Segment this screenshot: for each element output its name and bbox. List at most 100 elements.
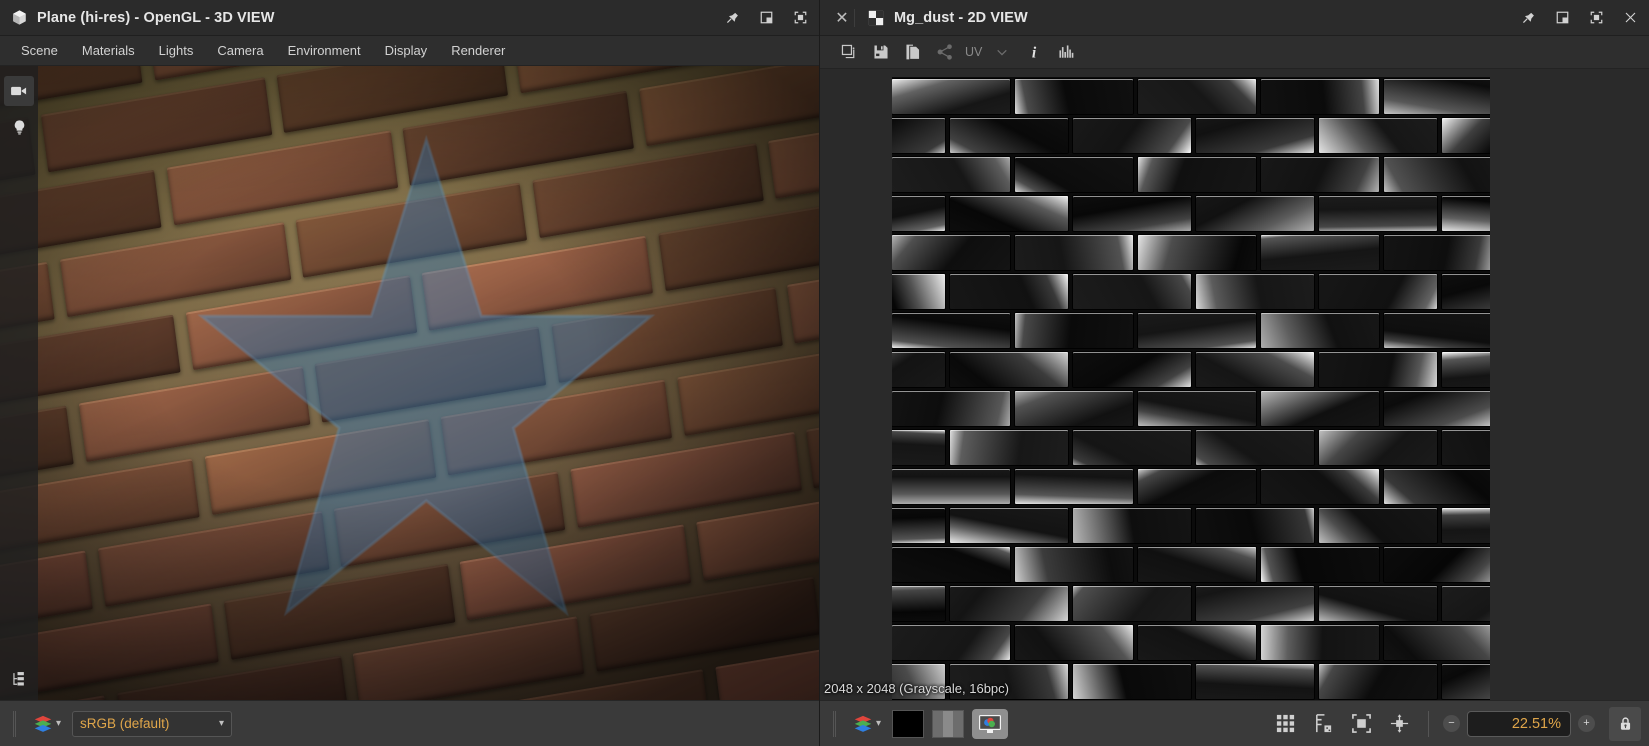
texture-brick <box>1073 508 1191 543</box>
panel-title-2d: Mg_dust - 2D VIEW <box>894 9 1028 26</box>
pin-icon[interactable] <box>1519 9 1537 27</box>
texture-brick <box>950 352 1068 387</box>
statusbar-grip-2d[interactable] <box>833 710 836 737</box>
pin-icon[interactable] <box>723 9 741 27</box>
fullscreen-icon[interactable] <box>791 9 809 27</box>
texture-brick <box>1015 79 1133 114</box>
camera-icon[interactable] <box>4 76 34 106</box>
texture-brick <box>1138 313 1256 348</box>
texture-brick <box>950 118 1068 153</box>
texture-brick <box>1196 274 1314 309</box>
texture-brick <box>1384 313 1490 348</box>
scene-tree-icon[interactable] <box>4 664 34 694</box>
share-graph-icon[interactable] <box>930 39 960 65</box>
viewport-2d[interactable]: 2048 x 2048 (Grayscale, 16bpc) <box>820 69 1649 700</box>
texture-brick <box>1196 508 1314 543</box>
dock-restore-icon[interactable] <box>1553 9 1571 27</box>
center-icon[interactable] <box>1384 709 1414 739</box>
fit-icon[interactable] <box>1346 709 1376 739</box>
zoom-input[interactable]: 22.51% <box>1467 710 1571 737</box>
texture-brick <box>892 274 945 309</box>
texture-brick <box>950 274 1068 309</box>
uv-label[interactable]: UV <box>962 45 985 59</box>
panel-3d-view: Plane (hi-res) - OpenGL - 3D VIEW Scene … <box>0 0 820 746</box>
texture-brick <box>1442 196 1490 231</box>
statusbar-grip-3d[interactable] <box>13 710 16 737</box>
texture-brick <box>1319 430 1437 465</box>
svg-text:i: i <box>1032 45 1037 61</box>
menu-camera[interactable]: Camera <box>206 38 274 63</box>
texture-brick <box>892 430 945 465</box>
texture-brick <box>1384 469 1490 504</box>
close-icon[interactable] <box>1621 9 1639 27</box>
layers-caret-icon: ▾ <box>876 717 882 729</box>
light-bulb-icon[interactable] <box>4 112 34 142</box>
zoom-in-button[interactable]: + <box>1578 715 1595 732</box>
texture-brick <box>1442 430 1490 465</box>
menu-materials[interactable]: Materials <box>71 38 146 63</box>
texture-brick <box>1442 118 1490 153</box>
channel-gray-button[interactable] <box>932 709 965 738</box>
lock-icon[interactable] <box>1609 706 1641 741</box>
channel-rgb-button[interactable] <box>972 708 1009 739</box>
menu-scene[interactable]: Scene <box>10 38 69 63</box>
texture-brick-row <box>892 623 1490 662</box>
texture-brick <box>1073 586 1191 621</box>
viewport-3d-rail <box>0 66 38 700</box>
texture-brick <box>1015 469 1133 504</box>
texture-brick <box>1073 118 1191 153</box>
layers-icon[interactable]: ▾ <box>29 711 64 737</box>
texture-brick <box>950 586 1068 621</box>
texture-brick <box>1073 274 1191 309</box>
layers-icon[interactable]: ▾ <box>849 711 884 737</box>
texture-brick <box>1196 196 1314 231</box>
texture-brick <box>892 196 945 231</box>
texture-brick <box>1015 313 1133 348</box>
zoom-out-button[interactable]: − <box>1443 715 1460 732</box>
colorspace-select[interactable]: sRGB (default) ▾ <box>72 710 233 737</box>
tiling-icon[interactable] <box>1270 709 1300 739</box>
texture-brick <box>892 391 1010 426</box>
texture-brick <box>1319 118 1437 153</box>
texture-brick <box>892 508 945 543</box>
texture-brick-row <box>892 389 1490 428</box>
save-icon[interactable] <box>866 39 896 65</box>
texture-brick-row <box>892 272 1490 311</box>
texture-canvas-area[interactable]: 2048 x 2048 (Grayscale, 16bpc) <box>820 69 1649 700</box>
texture-brick-row <box>892 77 1490 116</box>
statusbar-2d-view: ▾ − 22.51% + <box>820 700 1649 746</box>
texture-brick <box>1442 664 1490 699</box>
menu-renderer[interactable]: Renderer <box>440 38 516 63</box>
menubar-3d-view: Scene Materials Lights Camera Environmen… <box>0 36 819 66</box>
texture-brick <box>1138 391 1256 426</box>
texture-brick <box>892 625 1010 660</box>
viewport-3d[interactable] <box>0 66 819 700</box>
dock-restore-icon[interactable] <box>757 9 775 27</box>
texture-brick <box>1015 625 1133 660</box>
texture-brick <box>1015 391 1133 426</box>
texture-brick <box>950 196 1068 231</box>
texture-brick <box>1384 391 1490 426</box>
menu-lights[interactable]: Lights <box>148 38 205 63</box>
chevron-down-icon[interactable] <box>987 39 1017 65</box>
new-view-icon[interactable] <box>834 39 864 65</box>
texture-brick <box>1261 391 1379 426</box>
zoom-value: 22.51% <box>1511 715 1561 732</box>
histogram-icon[interactable] <box>1051 39 1081 65</box>
splitter-close-icon[interactable]: ✕ <box>830 8 854 28</box>
zoom-controls: − 22.51% + <box>1428 710 1595 737</box>
copy-icon[interactable] <box>898 39 928 65</box>
menu-display[interactable]: Display <box>374 38 439 63</box>
texture-brick <box>1015 157 1133 192</box>
texture-image[interactable] <box>892 77 1490 700</box>
texture-brick <box>892 313 1010 348</box>
menu-environment[interactable]: Environment <box>277 38 372 63</box>
info-icon[interactable]: i <box>1019 39 1049 65</box>
texture-brick-row <box>892 233 1490 272</box>
ruler-icon[interactable] <box>1308 709 1338 739</box>
channel-black-button[interactable] <box>892 709 925 738</box>
texture-brick <box>892 235 1010 270</box>
texture-brick <box>1384 79 1490 114</box>
panel-2d-view: ✕ Mg_dust - 2D VIEW UV i 2048 x 2048 (Gr… <box>820 0 1649 746</box>
fullscreen-icon[interactable] <box>1587 9 1605 27</box>
